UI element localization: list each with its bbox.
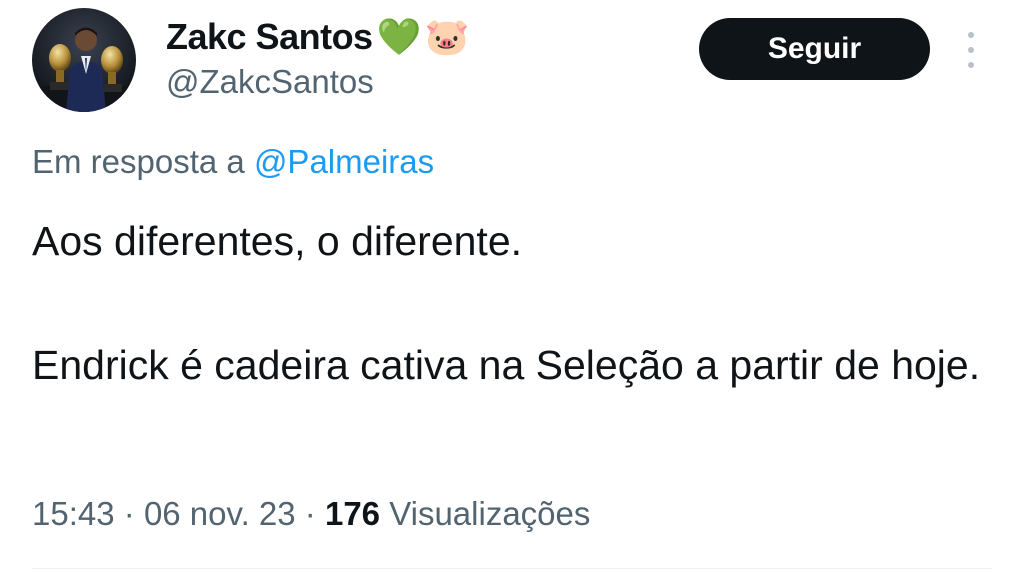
- divider: [32, 568, 992, 569]
- tweet-date[interactable]: 06 nov. 23: [144, 495, 296, 532]
- author-name-text: Zakc Santos: [166, 16, 373, 57]
- tweet-time[interactable]: 15:43: [32, 495, 115, 532]
- avatar[interactable]: [32, 8, 136, 112]
- tweet-paragraph: Aos diferentes, o diferente.: [32, 218, 523, 264]
- more-vertical-icon[interactable]: [958, 28, 984, 72]
- reply-prefix: Em resposta a: [32, 143, 245, 180]
- pig-face-emoji: 🐷: [424, 16, 470, 57]
- reply-context: Em resposta a @Palmeiras: [32, 142, 434, 182]
- tweet-text: Aos diferentes, o diferente. Endrick é c…: [32, 210, 992, 396]
- follow-button[interactable]: Seguir: [699, 18, 930, 80]
- more-dot: [968, 62, 974, 68]
- more-dot: [968, 47, 974, 53]
- green-heart-emoji: 💚: [376, 16, 422, 57]
- tweet-paragraph: Endrick é cadeira cativa na Seleção a pa…: [32, 342, 981, 388]
- views-label: Visualizações: [389, 495, 591, 532]
- meta-separator: ·: [123, 495, 135, 532]
- tweet-metadata: 15:43 · 06 nov. 23 · 176 Visualizações: [32, 492, 590, 536]
- author-handle[interactable]: @ZakcSantos: [166, 62, 374, 102]
- author-display-name[interactable]: Zakc Santos 💚 🐷: [166, 12, 470, 62]
- reply-mention-link[interactable]: @Palmeiras: [254, 143, 434, 180]
- more-dot: [968, 32, 974, 38]
- views-count: 176: [324, 495, 381, 532]
- meta-separator: ·: [304, 495, 316, 532]
